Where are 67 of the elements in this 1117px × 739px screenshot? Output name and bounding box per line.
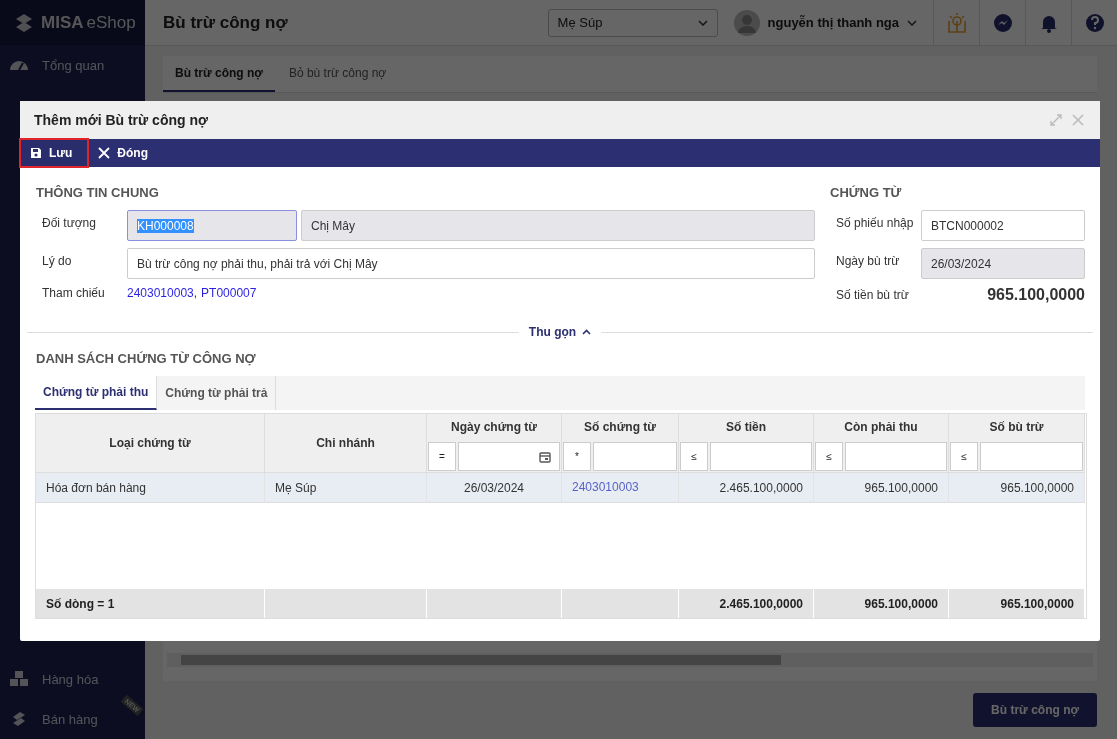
field-label: Số phiếu nhập — [835, 215, 915, 230]
table-cell: Mẹ Súp — [265, 473, 427, 503]
calendar-icon — [539, 450, 551, 463]
save-button[interactable]: Lưu — [20, 139, 89, 167]
reference-link[interactable]: PT000007 — [201, 286, 257, 300]
expand-button[interactable] — [1048, 112, 1064, 128]
footer-cell: 965.100,0000 — [814, 589, 949, 618]
page-title: Bù trừ công nợ — [162, 12, 289, 33]
chevron-down-icon — [907, 19, 917, 26]
field-label: Ngày bù trừ — [835, 253, 901, 268]
chevron-up-icon — [582, 329, 592, 335]
expand-icon — [1050, 114, 1062, 126]
save-icon — [30, 147, 42, 159]
filter-field[interactable] — [845, 442, 947, 471]
column-header[interactable]: Loại chứng từ — [109, 436, 191, 450]
chevron-down-icon — [697, 19, 708, 26]
voucher-field[interactable]: BTCN000002 — [921, 210, 1085, 241]
tab[interactable]: Chứng từ phải thu — [35, 376, 158, 410]
table-cell: 2.465.100,0000 — [679, 473, 814, 503]
filter-field[interactable] — [593, 442, 677, 471]
close-icon — [1072, 114, 1084, 126]
logo-text: eShop — [86, 12, 136, 33]
close-button[interactable]: Đóng — [88, 139, 162, 167]
footer-cell: 965.100,0000 — [949, 589, 1085, 618]
footer-cell: Số dòng = 1 — [36, 589, 265, 618]
section-heading: THÔNG TIN CHUNG — [35, 184, 160, 202]
column-header[interactable]: Số bù trừ — [989, 420, 1044, 434]
messenger-icon — [991, 11, 1014, 34]
field-label: Số tiền bù trừ — [835, 288, 910, 302]
avatar-icon — [733, 9, 760, 36]
column-header[interactable]: Ngày chứng từ — [450, 420, 538, 434]
amount-value: 965.100,0000 — [986, 286, 1085, 304]
column-header[interactable]: Còn phải thu — [844, 420, 918, 434]
close-icon — [98, 147, 111, 159]
column-header[interactable]: Số tiền — [726, 420, 766, 434]
horizontal-scrollbar[interactable] — [167, 653, 1093, 667]
logo-text: MISA — [41, 12, 84, 33]
filter-operator[interactable]: * — [563, 442, 591, 471]
footer-cell: 2.465.100,0000 — [679, 589, 814, 618]
field-label: Lý do — [41, 253, 73, 268]
table-cell: 26/03/2024 — [427, 473, 562, 503]
dialog-title: Thêm mới Bù trừ công nợ — [34, 112, 208, 128]
filter-field[interactable] — [458, 442, 560, 471]
reference-link[interactable]: 2403010003, — [127, 286, 198, 300]
section-heading: DANH SÁCH CHỨNG TỪ CÔNG NỢ — [35, 350, 257, 368]
column-header[interactable]: Chi nhánh — [316, 436, 375, 450]
reason-field[interactable]: Bù trừ công nợ phải thu, phải trả với Chị Mây — [127, 248, 815, 279]
help-icon — [1083, 11, 1106, 34]
field-label: Đối tượng — [41, 215, 97, 230]
lightbulb-book-icon — [945, 11, 968, 34]
filter-field[interactable] — [710, 442, 812, 471]
tab[interactable]: Chứng từ phải trả — [157, 376, 277, 410]
table-cell: 965.100,0000 — [814, 473, 949, 503]
table-cell: Hóa đơn bán hàng — [36, 473, 265, 503]
close-button[interactable] — [1070, 112, 1086, 128]
filter-field[interactable] — [980, 442, 1083, 471]
filter-operator[interactable]: ≤ — [680, 442, 708, 471]
filter-operator[interactable]: ≤ — [815, 442, 843, 471]
field-label: Tham chiếu — [41, 286, 106, 300]
table-cell: 965.100,0000 — [949, 473, 1085, 503]
filter-operator[interactable]: = — [428, 442, 456, 471]
section-heading: CHỨNG TỪ — [829, 184, 903, 202]
collapse-toggle[interactable]: Thu gọn — [528, 325, 592, 339]
filter-operator[interactable]: ≤ — [950, 442, 978, 471]
voucher-link[interactable]: 2403010003 — [562, 473, 679, 503]
column-header[interactable]: Số chứng từ — [583, 420, 656, 434]
menu-item-icon — [8, 669, 30, 689]
